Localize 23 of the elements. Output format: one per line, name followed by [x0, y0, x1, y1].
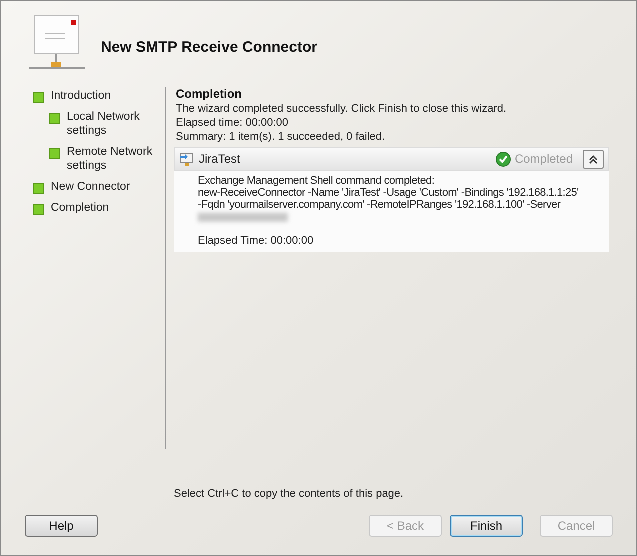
- step-label: Completion: [51, 201, 110, 215]
- status-text: The wizard completed successfully. Click Finish to close this wizard.: [175, 102, 508, 116]
- task-status: Completed: [514, 151, 573, 168]
- step-label: Introduction: [51, 89, 112, 103]
- command-text: -Fqdn 'yourmailserver.company.com' -RemoteIPRanges '192.168.1.100' -Server: [198, 199, 562, 211]
- status-text: Summary: 1 item(s). 1 succeeded, 0 failed.: [175, 130, 386, 144]
- window-title: New SMTP Receive Connector: [101, 38, 318, 58]
- task-name: JiraTest: [199, 151, 242, 168]
- step-label: Local Network settings: [67, 110, 141, 138]
- command-text: Exchange Management Shell command completed:: [198, 175, 436, 187]
- command-text: new-ReceiveConnector -Name 'JiraTest' -Usage 'Custom' -Bindings '192.168.1.1:25': [198, 187, 580, 199]
- collapse-button[interactable]: [583, 150, 604, 168]
- step-label: New Connector: [51, 180, 132, 194]
- page-heading: Completion: [175, 87, 243, 102]
- status-text: Elapsed time: 00:00:00: [175, 116, 290, 130]
- copy-hint: Select Ctrl+C to copy the contents of this page.: [174, 487, 405, 501]
- elapsed-time: Elapsed Time: 00:00:00: [198, 235, 315, 247]
- step-label: Remote Network settings: [67, 145, 154, 173]
- dialog-button[interactable]: Finish: [450, 515, 523, 537]
- dialog-button[interactable]: Help: [25, 515, 98, 537]
- chevron-icon: [589, 154, 598, 164]
- check-icon: [496, 152, 511, 166]
- connector-task-icon: [179, 151, 195, 167]
